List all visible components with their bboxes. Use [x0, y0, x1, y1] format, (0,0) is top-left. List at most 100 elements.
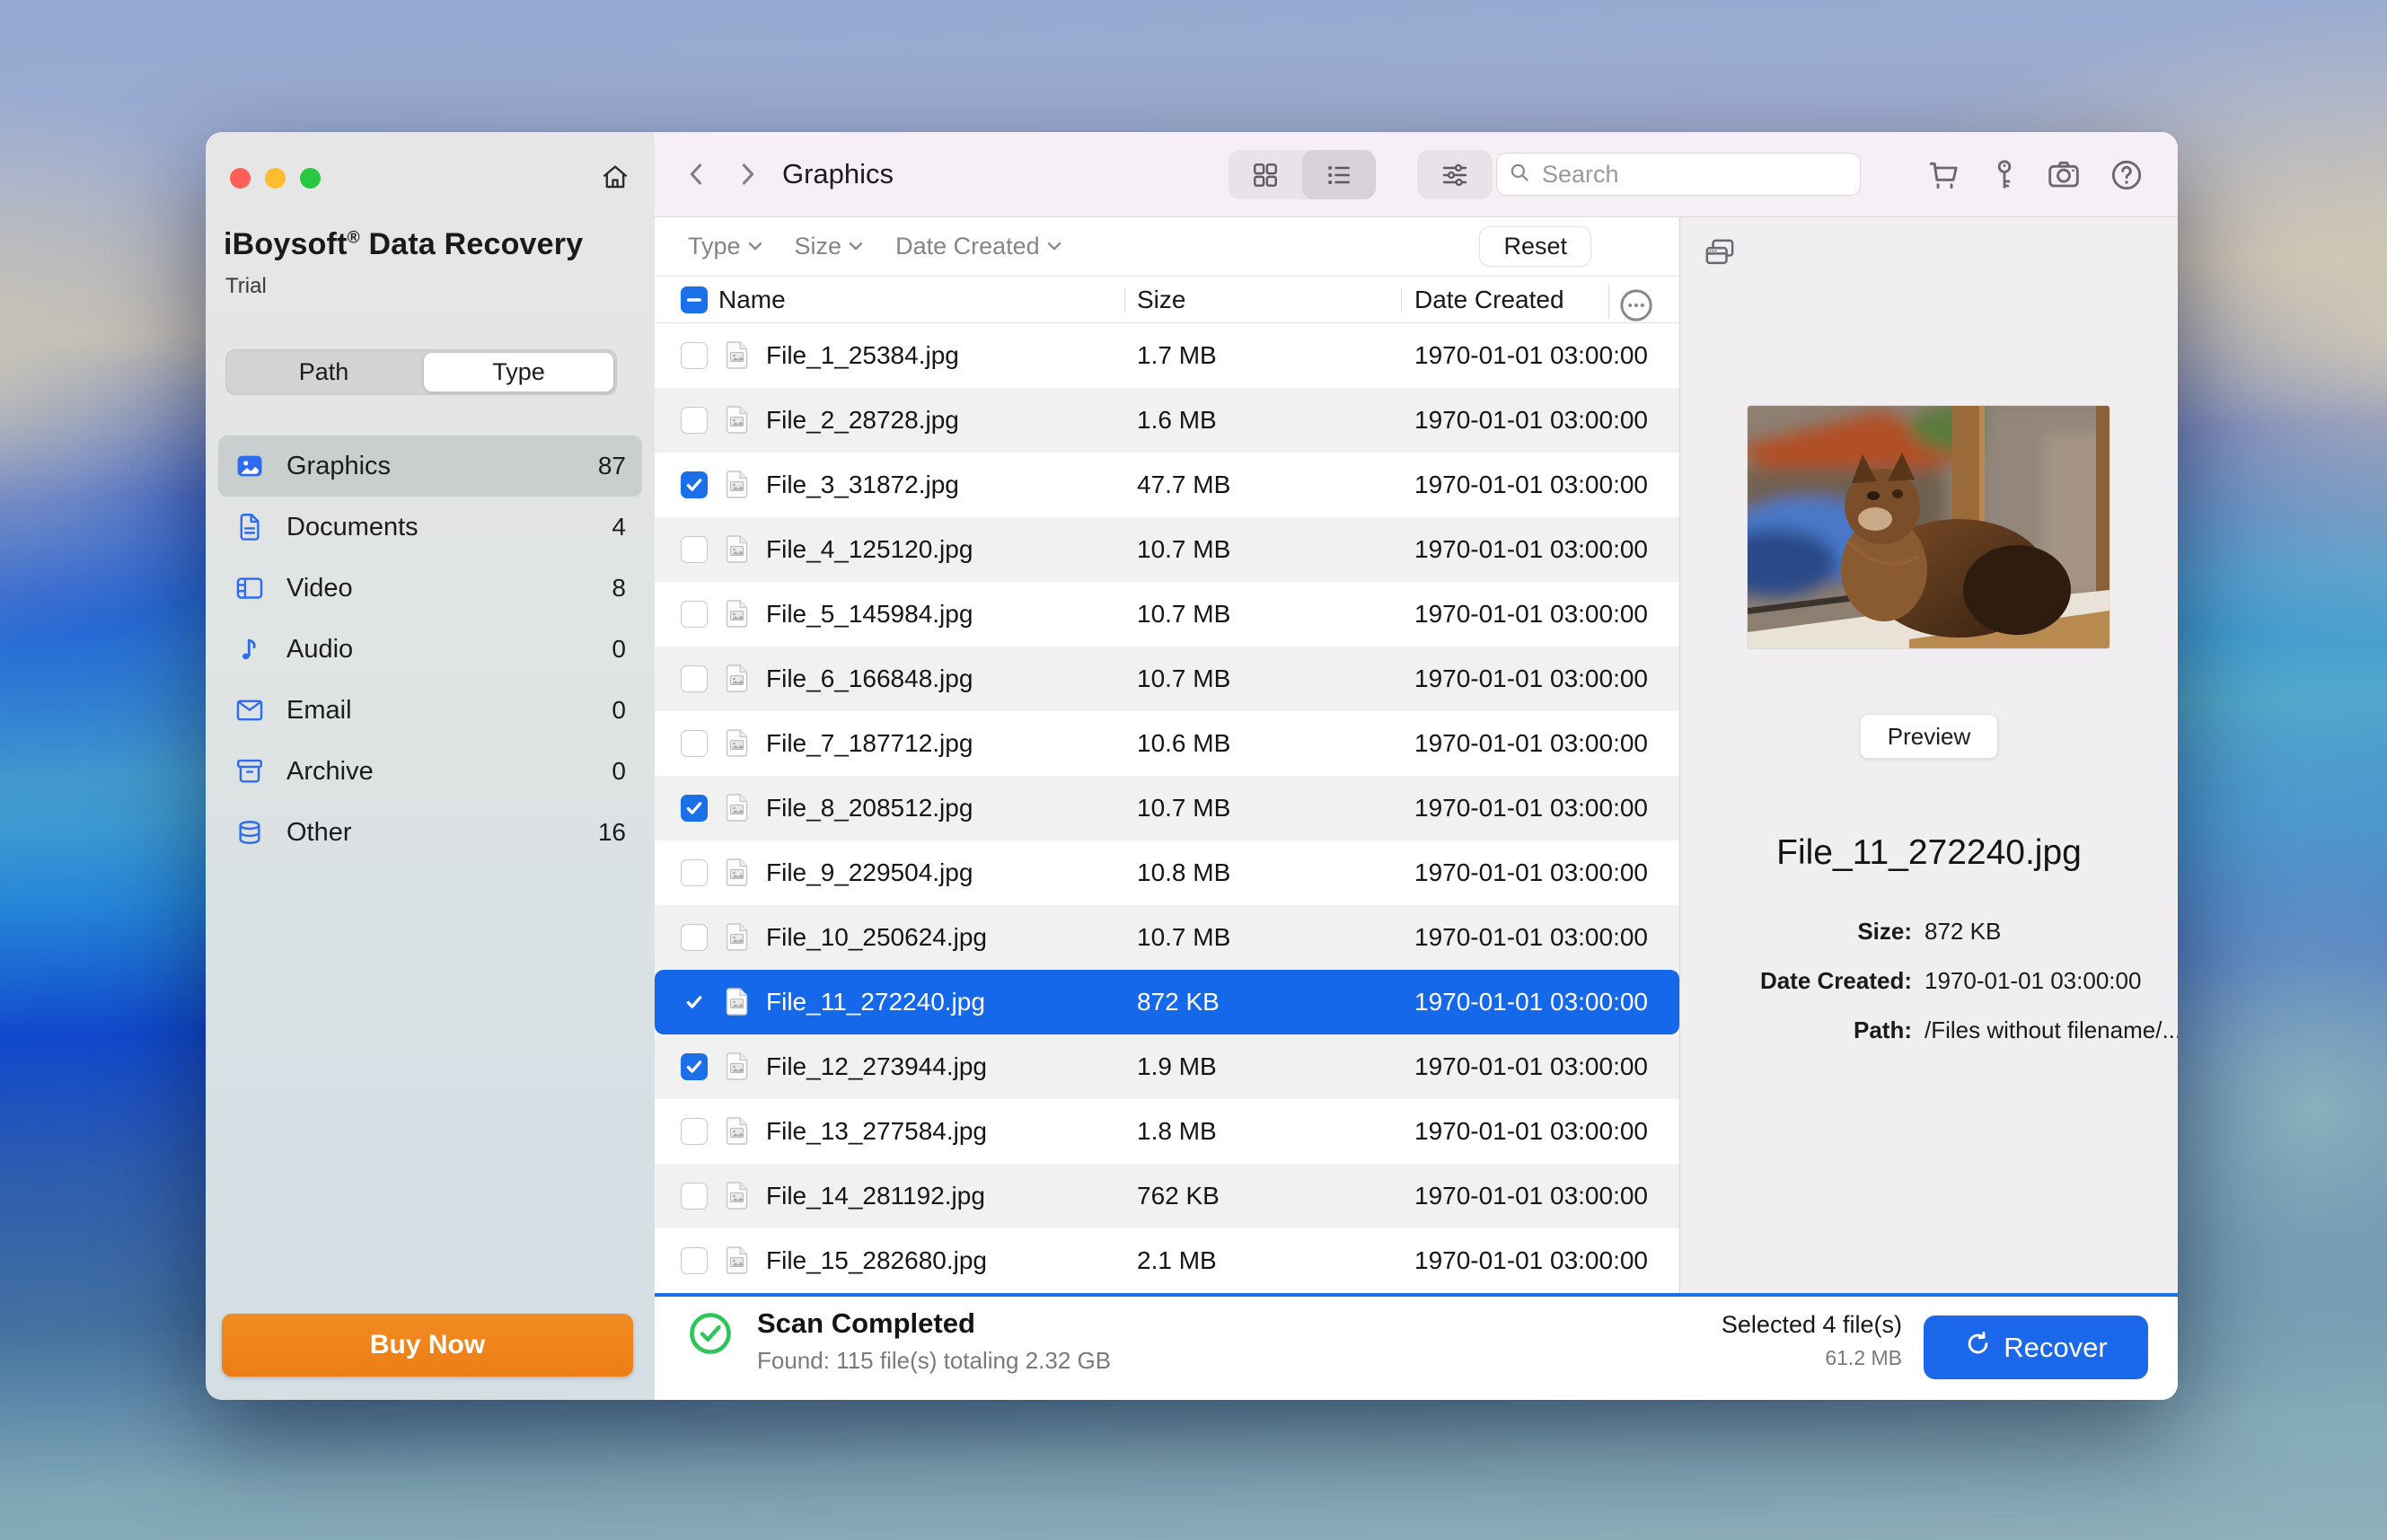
row-checkbox[interactable] [681, 1247, 708, 1274]
back-button[interactable] [682, 159, 712, 189]
table-row[interactable]: File_3_31872.jpg47.7 MB1970-01-01 03:00:… [655, 453, 1679, 517]
table-row[interactable]: File_2_28728.jpg1.6 MB1970-01-01 03:00:0… [655, 388, 1679, 453]
table-row[interactable]: File_12_273944.jpg1.9 MB1970-01-01 03:00… [655, 1034, 1679, 1099]
table-row[interactable]: File_11_272240.jpg872 KB1970-01-01 03:00… [655, 970, 1679, 1034]
file-date-created: 1970-01-01 03:00:00 [1414, 535, 1648, 564]
help-icon[interactable] [2107, 155, 2146, 195]
detail-value: /Files without filename/... [1925, 1016, 2178, 1044]
sidebar: iBoysoft® Data Recovery Trial Path Type … [206, 132, 656, 1400]
close-window-button[interactable] [230, 168, 251, 189]
column-divider [1124, 287, 1125, 312]
table-row[interactable]: File_6_166848.jpg10.7 MB1970-01-01 03:00… [655, 647, 1679, 711]
table-row[interactable]: File_10_250624.jpg10.7 MB1970-01-01 03:0… [655, 905, 1679, 970]
sidebar-item-archive[interactable]: Archive0 [218, 741, 642, 802]
sidebar-item-other[interactable]: Other16 [218, 802, 642, 863]
row-checkbox[interactable] [681, 601, 708, 628]
edition-label: Trial [225, 274, 267, 299]
table-row[interactable]: File_5_145984.jpg10.7 MB1970-01-01 03:00… [655, 582, 1679, 647]
sidebar-item-label: Archive [286, 757, 612, 787]
column-header-size[interactable]: Size [1137, 286, 1185, 314]
file-name: File_5_145984.jpg [766, 600, 973, 629]
filter-label: Date Created [895, 233, 1040, 260]
filter-label: Type [688, 233, 741, 260]
search-input[interactable] [1540, 160, 1849, 189]
file-name: File_13_277584.jpg [766, 1117, 987, 1146]
table-row[interactable]: File_1_25384.jpg1.7 MB1970-01-01 03:00:0… [655, 323, 1679, 388]
scan-status-subtitle: Found: 115 file(s) totaling 2.32 GB [757, 1347, 1111, 1375]
row-checkbox[interactable] [681, 407, 708, 434]
sidebar-item-graphics[interactable]: Graphics87 [218, 436, 642, 497]
row-checkbox[interactable] [681, 1183, 708, 1210]
grid-view-button[interactable] [1229, 150, 1302, 199]
table-row[interactable]: File_15_282680.jpg2.1 MB1970-01-01 03:00… [655, 1228, 1679, 1293]
file-size: 10.7 MB [1137, 923, 1230, 952]
file-icon [725, 599, 749, 629]
file-name: File_12_273944.jpg [766, 1052, 987, 1081]
sidebar-item-count: 16 [598, 818, 626, 847]
row-checkbox[interactable] [681, 665, 708, 692]
select-all-checkbox[interactable] [681, 286, 708, 313]
row-checkbox[interactable] [681, 795, 708, 822]
table-row[interactable]: File_13_277584.jpg1.8 MB1970-01-01 03:00… [655, 1099, 1679, 1164]
column-header-date-created[interactable]: Date Created [1414, 286, 1564, 314]
filter-dropdown-date-created[interactable]: Date Created [895, 233, 1061, 260]
row-checkbox[interactable] [681, 1118, 708, 1145]
row-checkbox[interactable] [681, 342, 708, 369]
forward-button[interactable] [732, 159, 762, 189]
video-icon [234, 572, 267, 604]
file-icon [725, 405, 749, 435]
table-row[interactable]: File_4_125120.jpg10.7 MB1970-01-01 03:00… [655, 517, 1679, 582]
file-name: File_6_166848.jpg [766, 664, 973, 693]
tab-path[interactable]: Path [229, 353, 418, 392]
cart-icon[interactable] [1925, 155, 1964, 195]
home-icon[interactable] [599, 161, 631, 193]
preview-detail-row: Path:/Files without filename/... [1680, 1016, 2178, 1066]
preview-image [1748, 406, 2110, 648]
table-row[interactable]: File_8_208512.jpg10.7 MB1970-01-01 03:00… [655, 776, 1679, 840]
toggle-preview-panel-icon[interactable] [1702, 235, 1741, 275]
file-icon [725, 858, 749, 887]
file-date-created: 1970-01-01 03:00:00 [1414, 341, 1648, 370]
buy-now-button[interactable]: Buy Now [222, 1314, 633, 1377]
sidebar-item-label: Documents [286, 513, 612, 542]
file-date-created: 1970-01-01 03:00:00 [1414, 858, 1648, 887]
reset-filters-button[interactable]: Reset [1479, 226, 1591, 267]
key-icon[interactable] [1985, 155, 2024, 195]
audio-icon [234, 633, 267, 665]
zoom-window-button[interactable] [300, 168, 321, 189]
row-checkbox[interactable] [681, 471, 708, 498]
column-header-name[interactable]: Name [718, 286, 786, 314]
table-row[interactable]: File_9_229504.jpg10.8 MB1970-01-01 03:00… [655, 840, 1679, 905]
row-checkbox[interactable] [681, 1053, 708, 1080]
filter-settings-button[interactable] [1417, 150, 1493, 199]
tab-type[interactable]: Type [424, 353, 613, 392]
minimize-window-button[interactable] [265, 168, 286, 189]
selected-size: 61.2 MB [1722, 1346, 1902, 1370]
sidebar-item-documents[interactable]: Documents4 [218, 497, 642, 558]
file-size: 872 KB [1137, 988, 1220, 1016]
path-type-segmented-control: Path Type [225, 349, 617, 395]
filter-dropdown-type[interactable]: Type [688, 233, 762, 260]
sidebar-item-video[interactable]: Video8 [218, 558, 642, 619]
preview-details: Size:872 KBDate Created:1970-01-01 03:00… [1680, 918, 2178, 1066]
row-checkbox[interactable] [681, 924, 708, 951]
table-row[interactable]: File_7_187712.jpg10.6 MB1970-01-01 03:00… [655, 711, 1679, 776]
row-checkbox[interactable] [681, 536, 708, 563]
recover-label: Recover [2004, 1332, 2107, 1364]
row-checkbox[interactable] [681, 730, 708, 757]
recover-button[interactable]: Recover [1924, 1316, 2148, 1379]
sidebar-item-email[interactable]: Email0 [218, 680, 642, 741]
table-row[interactable]: File_14_281192.jpg762 KB1970-01-01 03:00… [655, 1164, 1679, 1228]
row-checkbox[interactable] [681, 859, 708, 886]
sidebar-item-audio[interactable]: Audio0 [218, 619, 642, 680]
filter-dropdown-size[interactable]: Size [795, 233, 864, 260]
file-size: 10.7 MB [1137, 664, 1230, 693]
camera-icon[interactable] [2044, 155, 2083, 195]
sidebar-item-count: 8 [612, 574, 626, 603]
search-field[interactable] [1496, 153, 1861, 196]
file-type-list: Graphics87Documents4Video8Audio0Email0Ar… [218, 436, 642, 863]
row-checkbox[interactable] [681, 989, 708, 1016]
preview-button[interactable]: Preview [1860, 714, 1998, 759]
list-view-button[interactable] [1302, 150, 1376, 199]
file-size: 1.8 MB [1137, 1117, 1217, 1146]
